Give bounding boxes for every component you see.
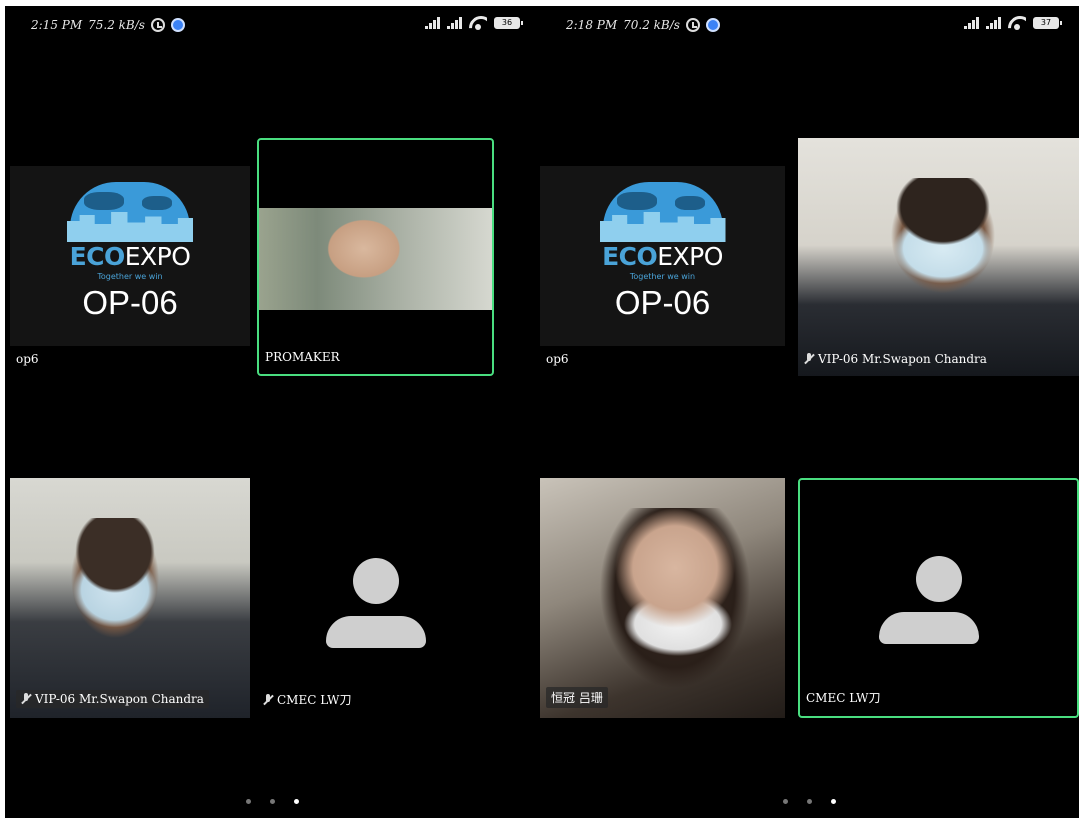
battery-icon: 36 bbox=[494, 17, 523, 29]
booth-code: OP-06 bbox=[614, 284, 711, 321]
wifi-icon bbox=[1008, 16, 1026, 30]
participant-tile-promaker[interactable]: PROMAKER bbox=[257, 138, 494, 376]
logo-wordmark: ECOEXPO bbox=[602, 242, 723, 271]
participant-name: VIP-06 Mr.Swapon Chandra bbox=[16, 690, 209, 708]
participant-tile-cmec[interactable]: CMEC LW刀 bbox=[798, 478, 1079, 718]
alarm-icon bbox=[150, 18, 165, 32]
status-time: 2:15 PM bbox=[31, 18, 83, 32]
avatar-placeholder-icon bbox=[878, 556, 999, 644]
status-bar: 2:18 PM 70.2 kB/s 37 bbox=[540, 14, 1079, 36]
participant-name: CMEC LW刀 bbox=[263, 691, 352, 708]
participant-name: op6 bbox=[546, 352, 569, 366]
participant-name: 恒冠 吕珊 bbox=[546, 687, 608, 708]
ecoexpo-logo: ECOEXPO Together we win OP-06 bbox=[540, 166, 785, 346]
booth-code: OP-06 bbox=[82, 284, 178, 321]
battery-icon: 37 bbox=[1033, 17, 1062, 29]
mic-muted-icon bbox=[804, 353, 814, 365]
page-indicator[interactable] bbox=[540, 799, 1079, 804]
participant-tile-swapon[interactable]: VIP-06 Mr.Swapon Chandra bbox=[10, 478, 250, 718]
participant-tile-cmec[interactable]: CMEC LW刀 bbox=[257, 478, 494, 718]
mic-muted-icon bbox=[263, 693, 273, 706]
participant-name: op6 bbox=[16, 352, 39, 366]
participant-name: VIP-06 Mr.Swapon Chandra bbox=[804, 352, 987, 366]
participant-tile-op6[interactable]: ECOEXPO Together we win OP-06 op6 bbox=[540, 166, 785, 376]
app-notification-icon bbox=[705, 18, 720, 32]
logo-tagline: Together we win bbox=[629, 272, 696, 281]
avatar-placeholder-icon bbox=[325, 558, 426, 648]
ecoexpo-logo: ECOEXPO Together we win OP-06 bbox=[10, 166, 250, 346]
page-indicator[interactable] bbox=[5, 799, 540, 804]
phone-screen-left: 2:15 PM 75.2 kB/s 36 ECOEXPO Together we… bbox=[5, 6, 540, 818]
participant-tile-swapon[interactable]: VIP-06 Mr.Swapon Chandra bbox=[798, 138, 1079, 376]
participant-tile-lv[interactable]: 恒冠 吕珊 bbox=[540, 478, 785, 718]
signal-icon bbox=[425, 17, 440, 29]
logo-tagline: Together we win bbox=[97, 272, 163, 281]
network-speed: 75.2 kB/s bbox=[88, 18, 145, 32]
signal-icon-2 bbox=[986, 17, 1001, 29]
participant-video bbox=[259, 208, 492, 310]
participant-video bbox=[60, 518, 170, 668]
participant-name: PROMAKER bbox=[265, 350, 340, 364]
network-speed: 70.2 kB/s bbox=[623, 18, 680, 32]
signal-icon-2 bbox=[447, 17, 462, 29]
alarm-icon bbox=[685, 18, 700, 32]
wifi-icon bbox=[469, 16, 487, 30]
mic-muted-icon bbox=[21, 693, 31, 705]
app-notification-icon bbox=[170, 18, 185, 32]
participant-video bbox=[600, 508, 750, 708]
logo-wordmark: ECOEXPO bbox=[69, 242, 191, 271]
status-time: 2:18 PM bbox=[566, 18, 618, 32]
participant-video bbox=[878, 178, 1008, 338]
phone-screen-right: 2:18 PM 70.2 kB/s 37 ECOEXPO Together we… bbox=[540, 6, 1079, 818]
participant-tile-op6[interactable]: ECOEXPO Together we win OP-06 op6 bbox=[10, 166, 250, 376]
status-bar: 2:15 PM 75.2 kB/s 36 bbox=[5, 14, 540, 36]
participant-name: CMEC LW刀 bbox=[806, 691, 881, 705]
signal-icon bbox=[964, 17, 979, 29]
